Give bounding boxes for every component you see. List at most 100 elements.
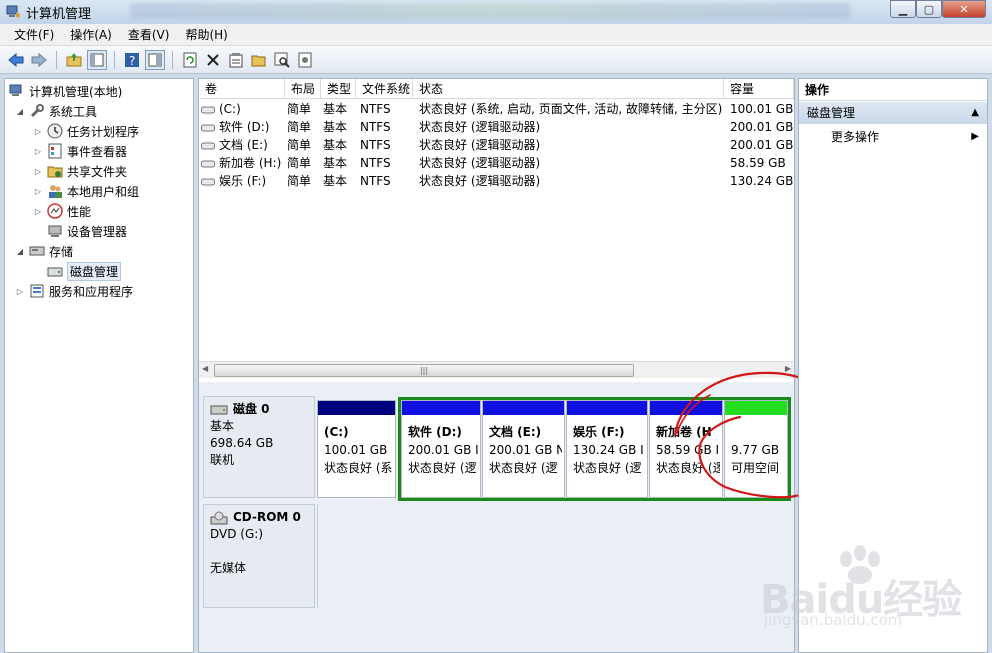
show-tree-icon[interactable] xyxy=(87,49,107,70)
volume-row[interactable]: (C:) 简单 基本 NTFS 状态良好 (系统, 启动, 页面文件, 活动, 故障转储… xyxy=(199,100,794,118)
minimize-icon[interactable]: ▁ xyxy=(890,0,916,18)
status-cell: 状态良好 (逻辑驱动器) xyxy=(419,174,541,188)
tree-item-label: 计算机管理(本地) xyxy=(29,84,123,99)
disk0-name: 磁盘 0 xyxy=(233,402,270,416)
disk0-size: 698.64 GB xyxy=(210,436,274,450)
volume-row[interactable]: 新加卷 (H:) 简单 基本 NTFS 状态良好 (逻辑驱动器) 58.59 GB xyxy=(199,154,794,172)
menu-file[interactable]: 文件(F) xyxy=(6,26,62,43)
console-view-icon[interactable] xyxy=(145,49,165,70)
clock-icon xyxy=(47,123,63,139)
cdrom-body xyxy=(317,504,793,608)
collapsed-arrow-icon[interactable]: ▷ xyxy=(33,187,43,196)
window-title: 计算机管理 xyxy=(26,7,92,22)
refresh-icon[interactable] xyxy=(180,50,200,70)
layout-cell: 简单 xyxy=(287,156,312,170)
tree-item-storage[interactable]: ◢ 存储 xyxy=(15,241,73,261)
tree-item-disk-management[interactable]: 磁盘管理 xyxy=(47,261,122,281)
tree-item-system-tools[interactable]: ◢ 系统工具 xyxy=(15,101,97,121)
settings-icon[interactable] xyxy=(295,50,315,70)
tree-item-device-manager[interactable]: 设备管理器 xyxy=(47,221,127,241)
tree-item-label: 磁盘管理 xyxy=(67,261,122,281)
toolbar-separator xyxy=(56,50,57,69)
status-cell: 状态良好 (系统, 启动, 页面文件, 活动, 故障转储, 主分区) xyxy=(419,102,723,116)
toolbar-separator xyxy=(114,50,115,69)
capacity-cell: 200.01 GB xyxy=(730,120,794,134)
drive-icon xyxy=(201,106,215,113)
scrollbar-thumb[interactable]: ||| xyxy=(214,364,634,377)
partition-block[interactable]: (C:) 100.01 GB 状态良好 (系 xyxy=(317,400,396,498)
volume-cell: 娱乐 (F:) xyxy=(201,172,266,190)
close-icon[interactable]: ✕ xyxy=(942,0,986,18)
tree-item-label: 系统工具 xyxy=(49,104,98,119)
drive-icon xyxy=(201,178,215,185)
scroll-left-icon[interactable]: ◀ xyxy=(202,364,208,373)
tree-item-task-scheduler[interactable]: ▷ 任务计划程序 xyxy=(33,121,139,141)
open-folder-icon[interactable] xyxy=(249,50,269,70)
up-folder-icon[interactable] xyxy=(64,50,84,70)
capacity-cell: 58.59 GB xyxy=(730,156,786,170)
menu-action[interactable]: 操作(A) xyxy=(62,26,120,43)
collapsed-arrow-icon[interactable]: ▷ xyxy=(33,147,43,156)
collapsed-arrow-icon[interactable]: ▷ xyxy=(33,207,43,216)
help-icon[interactable]: ? xyxy=(122,50,142,70)
blurred-taskbar-area xyxy=(130,3,850,19)
status-cell: 状态良好 (逻辑驱动器) xyxy=(419,120,541,134)
baidu-watermark: Baidu经验 jingyan.baidu.com xyxy=(760,545,992,645)
event-viewer-icon xyxy=(47,143,63,159)
volume-row[interactable]: 软件 (D:) 简单 基本 NTFS 状态良好 (逻辑驱动器) 200.01 GB xyxy=(199,118,794,136)
disk-management-icon xyxy=(47,263,63,279)
column-header-volume[interactable]: 卷 xyxy=(199,79,285,99)
filesystem-cell: NTFS xyxy=(360,138,391,152)
expanded-arrow-icon[interactable]: ◢ xyxy=(15,107,25,116)
more-actions-label: 更多操作 xyxy=(831,130,880,144)
shared-folder-icon xyxy=(47,163,63,179)
properties-icon[interactable] xyxy=(226,50,246,70)
volume-row[interactable]: 娱乐 (F:) 简单 基本 NTFS 状态良好 (逻辑驱动器) 130.24 GB xyxy=(199,172,794,190)
tree-item-label: 事件查看器 xyxy=(67,144,128,159)
column-header-capacity[interactable]: 容量 xyxy=(724,79,794,99)
menu-help[interactable]: 帮助(H) xyxy=(177,26,235,43)
watermark-url: jingyan.baidu.com xyxy=(764,611,903,629)
back-arrow-icon[interactable] xyxy=(6,50,26,70)
volume-cell: 文档 (E:) xyxy=(201,136,268,154)
device-manager-icon xyxy=(47,223,63,239)
filesystem-cell: NTFS xyxy=(360,120,391,134)
column-header-status[interactable]: 状态 xyxy=(413,79,724,99)
volume-list-header: 卷 布局 类型 文件系统 状态 容量 xyxy=(199,79,794,99)
actions-group-disk-management[interactable]: 磁盘管理 ▲ xyxy=(799,102,987,124)
collapsed-arrow-icon[interactable]: ▷ xyxy=(33,127,43,136)
status-cell: 状态良好 (逻辑驱动器) xyxy=(419,156,541,170)
column-header-layout[interactable]: 布局 xyxy=(285,79,321,99)
volume-name: 新加卷 (H:) xyxy=(219,156,282,170)
delete-icon[interactable] xyxy=(203,50,223,70)
toolbar-separator xyxy=(172,50,173,69)
collapse-up-icon[interactable]: ▲ xyxy=(971,102,979,124)
svg-text:?: ? xyxy=(129,54,135,68)
partition-info: (C:) 100.01 GB 状态良好 (系 xyxy=(324,423,393,477)
search-icon[interactable] xyxy=(272,50,292,70)
tree-item-services-apps[interactable]: ▷ 服务和应用程序 xyxy=(15,281,133,301)
more-actions-item[interactable]: 更多操作 ▶ xyxy=(799,127,987,147)
tree-item-event-viewer[interactable]: ▷ 事件查看器 xyxy=(33,141,127,161)
tree-item-performance[interactable]: ▷ 性能 xyxy=(33,201,91,221)
collapsed-arrow-icon[interactable]: ▷ xyxy=(15,287,25,296)
column-header-type[interactable]: 类型 xyxy=(321,79,356,99)
tree-item-label: 任务计划程序 xyxy=(67,124,140,139)
tree-item-local-users[interactable]: ▷ 本地用户和组 xyxy=(33,181,139,201)
hard-disk-icon xyxy=(210,405,228,414)
toolbar: ? xyxy=(0,46,992,74)
volume-row[interactable]: 文档 (E:) 简单 基本 NTFS 状态良好 (逻辑驱动器) 200.01 GB xyxy=(199,136,794,154)
collapsed-arrow-icon[interactable]: ▷ xyxy=(33,167,43,176)
column-header-filesystem[interactable]: 文件系统 xyxy=(356,79,413,99)
menu-view[interactable]: 查看(V) xyxy=(120,26,178,43)
maximize-icon[interactable]: ▢ xyxy=(916,0,942,18)
cdrom-label[interactable]: CD-ROM 0 DVD (G:) 无媒体 xyxy=(203,504,315,608)
forward-arrow-icon[interactable] xyxy=(29,50,49,70)
partition-name: (C:) xyxy=(324,425,349,439)
disk0-label[interactable]: 磁盘 0 基本 698.64 GB 联机 xyxy=(203,396,315,498)
expanded-arrow-icon[interactable]: ◢ xyxy=(15,247,25,256)
tree-item-computer-management[interactable]: 计算机管理(本地) xyxy=(9,81,122,101)
users-icon xyxy=(47,183,63,199)
volume-name: (C:) xyxy=(219,102,241,116)
tree-item-shared-folders[interactable]: ▷ 共享文件夹 xyxy=(33,161,127,181)
